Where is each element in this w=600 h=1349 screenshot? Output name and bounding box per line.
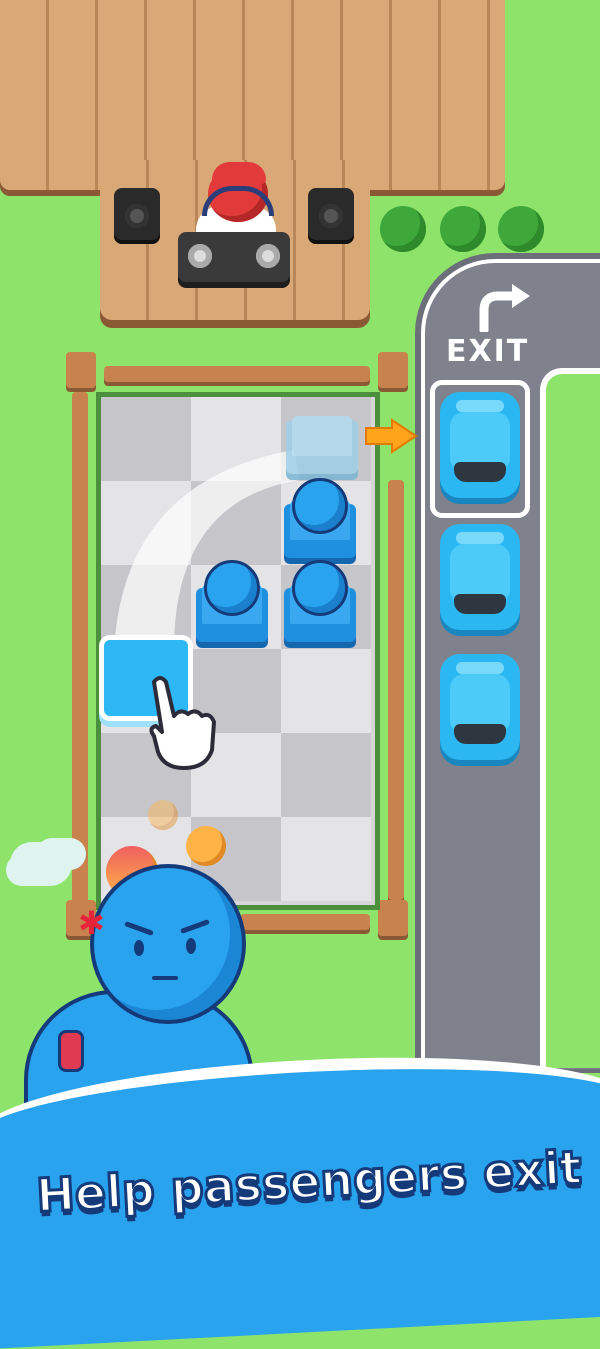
angry-face-icon	[186, 826, 226, 866]
right-speaker	[308, 188, 354, 244]
waiting-car[interactable]	[440, 524, 520, 630]
steam-cloud-icon	[10, 842, 72, 886]
orange-arrow-right-icon	[365, 418, 418, 454]
dj-turntable	[178, 232, 290, 282]
fence-rail	[240, 914, 370, 930]
road-median	[540, 368, 600, 1068]
waiting-car[interactable]	[440, 392, 520, 498]
fence-rail	[104, 366, 370, 382]
empty-seat[interactable]	[286, 416, 358, 474]
passenger[interactable]	[292, 478, 348, 534]
angry-face-icon	[148, 800, 178, 830]
fence-rail	[388, 480, 404, 900]
bush	[380, 206, 426, 252]
anger-symbol-icon: ✱	[78, 904, 105, 942]
fence-rail	[72, 392, 88, 904]
left-speaker	[114, 188, 160, 244]
angry-passenger-head	[90, 864, 246, 1024]
curved-arrow-right-icon	[479, 284, 530, 332]
bush	[440, 206, 486, 252]
fence-post	[378, 352, 408, 388]
fence-post	[378, 900, 408, 936]
bush	[498, 206, 544, 252]
pointing-hand-icon	[149, 676, 216, 770]
exit-label: EXIT	[446, 334, 530, 369]
passenger[interactable]	[292, 560, 348, 616]
wristwatch-icon	[58, 1030, 84, 1072]
fence-post	[66, 352, 96, 388]
dj-cap	[212, 162, 266, 184]
passenger[interactable]	[204, 560, 260, 616]
waiting-car[interactable]	[440, 654, 520, 760]
